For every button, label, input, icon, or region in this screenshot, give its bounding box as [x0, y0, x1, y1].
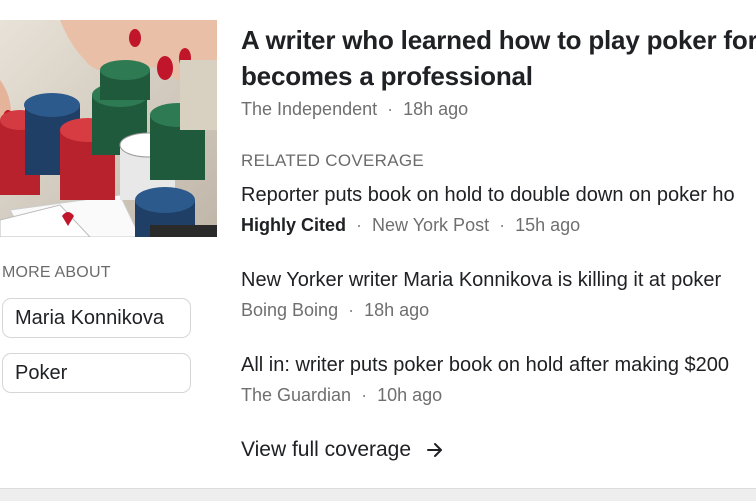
related-article-meta: Highly Cited · New York Post · 15h ago	[241, 215, 580, 236]
separator-dot: ·	[499, 215, 506, 235]
topic-chip-maria-konnikova[interactable]: Maria Konnikova	[2, 298, 191, 338]
story-headline[interactable]: A writer who learned how to play poker f…	[241, 22, 756, 94]
view-full-coverage-label: View full coverage	[241, 438, 412, 461]
related-article-title[interactable]: Reporter puts book on hold to double dow…	[241, 184, 735, 207]
related-article-meta: The Guardian · 10h ago	[241, 385, 442, 406]
story-source[interactable]: The Independent	[241, 99, 377, 119]
poker-chips-photo-icon	[0, 20, 217, 237]
arrow-right-icon	[427, 443, 443, 457]
related-source[interactable]: The Guardian	[241, 385, 351, 405]
card-bottom-divider	[0, 488, 756, 501]
related-time: 18h ago	[364, 300, 430, 320]
related-article-title[interactable]: New Yorker writer Maria Konnikova is kil…	[241, 269, 721, 292]
related-source[interactable]: New York Post	[372, 215, 489, 235]
story-time: 18h ago	[403, 99, 469, 119]
related-time: 15h ago	[515, 215, 581, 235]
related-time: 10h ago	[377, 385, 443, 405]
topic-chip-poker[interactable]: Poker	[2, 353, 191, 393]
separator-dot: ·	[361, 385, 368, 405]
more-about-label: MORE ABOUT	[2, 264, 111, 281]
related-source[interactable]: Boing Boing	[241, 300, 338, 320]
related-article-meta: Boing Boing · 18h ago	[241, 300, 429, 321]
headline-line-1: A writer who learned how to play poker f…	[241, 25, 756, 55]
story-meta: The Independent · 18h ago	[241, 99, 468, 120]
headline-line-2: becomes a professional	[241, 61, 533, 91]
highly-cited-badge: Highly Cited	[241, 215, 347, 235]
separator-dot: ·	[356, 215, 363, 235]
news-story-card: MORE ABOUT Maria Konnikova Poker A write…	[0, 0, 756, 488]
separator-dot: ·	[387, 99, 394, 119]
related-coverage-label: RELATED COVERAGE	[241, 151, 425, 170]
view-full-coverage-link[interactable]: View full coverage	[241, 438, 445, 462]
related-article-title[interactable]: All in: writer puts poker book on hold a…	[241, 354, 729, 377]
story-thumbnail[interactable]	[0, 20, 217, 237]
separator-dot: ·	[348, 300, 355, 320]
story-content: A writer who learned how to play poker f…	[241, 0, 756, 488]
